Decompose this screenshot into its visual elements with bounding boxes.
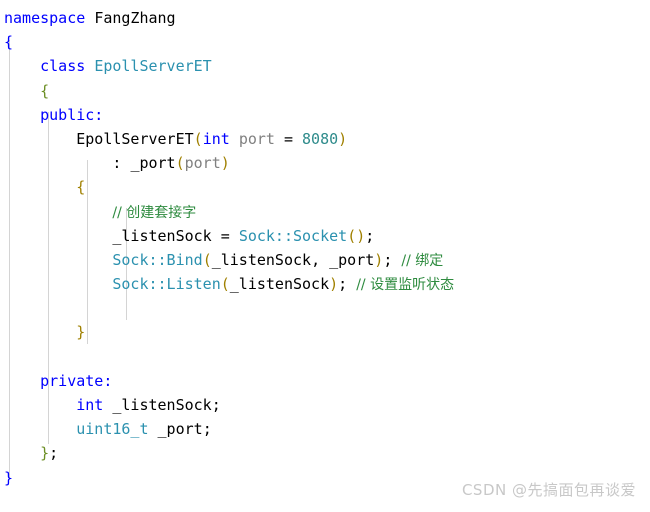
code-line-7: : _port(port) <box>0 151 650 175</box>
token-lparen: ( <box>220 275 230 294</box>
code-line-19: }; <box>0 441 650 465</box>
token-function-close-brace: } <box>76 323 86 342</box>
token-rparen: ) <box>338 129 348 148</box>
token-access-public: public: <box>40 105 104 124</box>
token-member-port: _port <box>157 420 203 439</box>
token-number-8080: 8080 <box>302 129 339 148</box>
token-comma: , <box>311 250 321 269</box>
token-namespace-name: FangZhang <box>94 9 176 27</box>
code-line-12: Sock::Listen(_listenSock); // 设置监听状态 <box>0 272 650 296</box>
csdn-watermark: CSDN @先搞面包再谈爱 <box>461 480 636 499</box>
token-call-sock-bind: Sock::Bind <box>112 250 203 269</box>
token-class-close-brace: } <box>40 444 50 463</box>
code-line-13-blank <box>0 296 650 320</box>
token-type-uint16: uint16_t <box>76 420 149 439</box>
token-param-port: port <box>238 129 275 148</box>
token-call-sock-listen: Sock::Listen <box>112 275 221 294</box>
token-arg-listensock: _listenSock <box>229 275 330 294</box>
code-line-16: private: <box>0 369 650 393</box>
token-lparen: ( <box>193 129 203 148</box>
token-namespace-close-brace: } <box>4 468 14 487</box>
token-type-int: int <box>76 396 104 414</box>
code-line-3: class EpollServerET <box>0 54 650 78</box>
token-function-open-brace: { <box>76 178 86 197</box>
comment-set-listen-state: // 设置监听状态 <box>356 277 455 294</box>
token-namespace-open-brace: { <box>4 33 14 52</box>
token-rparen: ) <box>374 250 384 269</box>
token-class-name: EpollServerET <box>94 57 212 76</box>
code-line-4: { <box>0 79 650 103</box>
code-line-6: EpollServerET(int port = 8080) <box>0 127 650 151</box>
code-line-9: // 创建套接字 <box>0 200 650 224</box>
code-line-1: namespace FangZhang <box>0 6 650 30</box>
code-editor[interactable]: namespace FangZhang { class EpollServerE… <box>0 0 650 512</box>
code-line-11: Sock::Bind(_listenSock, _port); // 绑定 <box>0 248 650 272</box>
token-keyword-namespace: namespace <box>4 9 86 27</box>
code-line-18: uint16_t _port; <box>0 417 650 441</box>
token-call-sock-socket: Sock::Socket <box>238 226 348 245</box>
token-type-int: int <box>202 129 230 148</box>
token-rparen: ) <box>220 154 230 173</box>
token-semicolon: ; <box>365 226 375 245</box>
token-class-open-brace: { <box>40 81 50 100</box>
token-equals: = <box>220 226 230 245</box>
token-rparen: ) <box>356 226 366 245</box>
comment-bind: // 绑定 <box>401 252 444 269</box>
code-lines: namespace FangZhang { class EpollServerE… <box>0 6 650 490</box>
token-rparen: ) <box>329 275 339 294</box>
code-line-2: { <box>0 30 650 54</box>
token-arg-port: port <box>184 154 221 173</box>
token-lparen: ( <box>347 226 357 245</box>
token-arg-port: _port <box>329 250 375 269</box>
token-access-private: private: <box>40 371 113 390</box>
token-semicolon: ; <box>211 396 221 414</box>
token-semicolon: ; <box>202 420 212 439</box>
token-var-listensock: _listenSock <box>112 226 212 245</box>
token-semicolon: ; <box>383 250 393 269</box>
token-semicolon: ; <box>49 444 59 463</box>
comment-create-socket: // 创建套接字 <box>112 204 197 221</box>
token-equals: = <box>283 129 293 148</box>
token-constructor-name: EpollServerET <box>76 129 194 148</box>
token-semicolon: ; <box>338 275 348 294</box>
token-lparen: ( <box>175 154 185 173</box>
code-line-10: _listenSock = Sock::Socket(); <box>0 224 650 248</box>
code-line-15-blank <box>0 345 650 369</box>
code-line-8: { <box>0 175 650 199</box>
token-member-port: _port <box>130 154 176 173</box>
code-line-14: } <box>0 320 650 344</box>
code-line-17: int _listenSock; <box>0 393 650 417</box>
token-member-listensock: _listenSock <box>112 396 212 414</box>
code-line-5: public: <box>0 103 650 127</box>
token-lparen: ( <box>202 250 212 269</box>
token-keyword-class: class <box>40 57 86 76</box>
token-arg-listensock: _listenSock <box>211 250 312 269</box>
